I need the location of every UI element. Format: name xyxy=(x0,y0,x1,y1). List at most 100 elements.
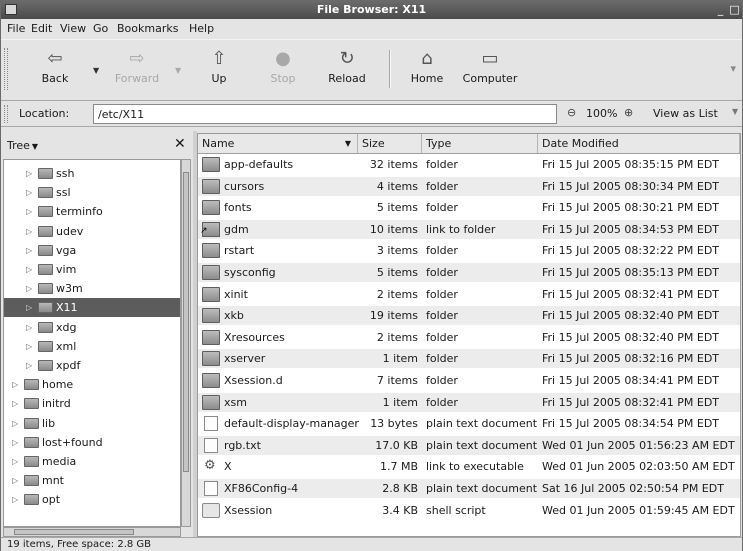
location-bar-grip[interactable] xyxy=(4,105,8,123)
expander-icon[interactable]: ▷ xyxy=(26,337,32,356)
expander-icon[interactable]: ▷ xyxy=(26,222,32,241)
expander-icon[interactable]: ▷ xyxy=(12,452,18,471)
expander-icon[interactable]: ▷ xyxy=(12,414,18,433)
reload-button[interactable]: ↻ Reload xyxy=(319,46,375,94)
menu-edit[interactable]: Edit xyxy=(31,22,52,35)
file-row[interactable]: fonts 5 items folder Fri 15 Jul 2005 08:30:… xyxy=(198,198,740,217)
tree-item[interactable]: ▷ terminfo xyxy=(4,202,180,221)
file-row[interactable]: xkb 19 items folder Fri 15 Jul 2005 08:32:4… xyxy=(198,306,740,326)
expander-icon[interactable]: ▷ xyxy=(12,490,18,509)
folder-tree[interactable]: ▷ ssh ▷ ssl ▷ terminfo ▷ udev ▷ vga ▷ vim ▷ w3m ▷ X11 ▷ x… xyxy=(3,159,181,527)
toolbar-grip[interactable] xyxy=(4,48,8,90)
tree-item[interactable]: ▷ vga xyxy=(4,241,180,260)
stop-button[interactable]: ● Stop xyxy=(255,46,311,94)
toolbar-overflow-icon[interactable]: ▾ xyxy=(730,62,736,75)
file-row[interactable]: cursors 4 items folder Fri 15 Jul 2005 08:3… xyxy=(198,176,740,196)
expander-icon[interactable]: ▷ xyxy=(12,394,18,413)
column-date-modified[interactable]: Date Modified xyxy=(538,134,740,153)
tree-item[interactable]: ▷ media xyxy=(4,452,180,471)
zoom-level[interactable]: 100% xyxy=(586,107,617,120)
expander-icon[interactable]: ▷ xyxy=(26,183,32,202)
file-row[interactable]: default-display-manager 13 bytes plain tex… xyxy=(198,414,740,433)
file-row[interactable]: Xresources 2 items folder Fri 15 Jul 2005 0… xyxy=(198,328,740,347)
tree-item[interactable]: ▷ lost+found xyxy=(4,433,180,452)
file-row[interactable]: app-defaults 32 items folder Fri 15 Jul 200… xyxy=(198,155,740,174)
expander-icon[interactable]: ▷ xyxy=(26,241,32,260)
close-icon[interactable]: ✕ xyxy=(174,136,186,152)
view-as-dropdown-icon[interactable]: ▼ xyxy=(732,107,738,116)
expander-icon[interactable]: ▷ xyxy=(26,260,32,279)
file-row[interactable]: rstart 3 items folder Fri 15 Jul 2005 08:32… xyxy=(198,241,740,260)
expander-icon[interactable]: ▷ xyxy=(26,202,32,221)
file-row[interactable]: xinit 2 items folder Fri 15 Jul 2005 08:32:… xyxy=(198,285,740,304)
tree-hscroll-thumb[interactable] xyxy=(14,529,134,535)
expander-icon[interactable]: ▷ xyxy=(26,279,32,298)
file-row[interactable]: gdm 10 items link to folder Fri 15 Jul 2005… xyxy=(198,219,740,241)
up-button[interactable]: ⇧ Up xyxy=(191,46,247,94)
home-button[interactable]: ⌂ Home xyxy=(399,46,455,94)
file-type: folder xyxy=(426,395,458,409)
tree-item-label: ssl xyxy=(56,186,71,200)
tree-item[interactable]: ▷ mnt xyxy=(4,471,180,490)
zoom-in-icon[interactable]: ⊕ xyxy=(624,106,633,119)
menu-bookmarks[interactable]: Bookmarks xyxy=(117,22,178,35)
side-pane-selector[interactable]: Tree ▼ xyxy=(7,139,38,152)
column-type[interactable]: Type xyxy=(422,134,538,153)
file-row[interactable]: sysconfig 5 items folder Fri 15 Jul 2005 08… xyxy=(198,263,740,282)
tree-item[interactable]: ▷ initrd xyxy=(4,394,180,413)
tree-item-label: w3m xyxy=(56,282,83,296)
expander-icon[interactable]: ▷ xyxy=(12,433,18,452)
forward-history-dropdown-icon[interactable]: ▼ xyxy=(175,66,181,75)
computer-button[interactable]: ▭ Computer xyxy=(455,46,525,94)
status-text: 19 items, Free space: 2.8 GB xyxy=(7,539,152,550)
column-name[interactable]: Name ▼ xyxy=(198,134,358,153)
tree-item[interactable]: ▷ xpdf xyxy=(4,356,180,375)
zoom-out-icon[interactable]: ⊖ xyxy=(567,106,576,119)
expander-icon[interactable]: ▷ xyxy=(26,164,32,183)
location-input[interactable]: /etc/X11 xyxy=(93,104,557,124)
tree-item[interactable]: ▷ ssl xyxy=(4,183,180,202)
file-row[interactable]: XF86Config-4 2.8 KB plain text document Sat… xyxy=(198,479,740,498)
file-row[interactable]: X 1.7 MB link to executable Wed 01 Jun 2005… xyxy=(198,456,740,476)
menu-view[interactable]: View xyxy=(60,22,86,35)
menu-help[interactable]: Help xyxy=(189,22,214,35)
file-type: folder xyxy=(426,352,458,366)
tree-item[interactable]: ▷ home xyxy=(4,375,180,394)
tree-item[interactable]: ▷ w3m xyxy=(4,279,180,298)
expander-icon[interactable]: ▷ xyxy=(26,298,32,317)
file-row[interactable]: rgb.txt 17.0 KB plain text document Wed 01 … xyxy=(198,435,740,455)
file-row[interactable]: Xsession 3.4 KB shell script Wed 01 Jun 200… xyxy=(198,501,740,520)
file-row[interactable]: xsm 1 item folder Fri 15 Jul 2005 08:32:41 … xyxy=(198,392,740,412)
tree-item[interactable]: ▷ vim xyxy=(4,260,180,279)
tree-item[interactable]: ▷ xml xyxy=(4,337,180,356)
folder-icon xyxy=(202,351,220,367)
tree-horizontal-scrollbar[interactable] xyxy=(3,527,181,537)
maximize-icon[interactable]: □ xyxy=(728,3,741,16)
menu-go[interactable]: Go xyxy=(93,22,108,35)
back-history-dropdown-icon[interactable]: ▼ xyxy=(93,66,99,75)
tree-item[interactable]: ▷ ssh xyxy=(4,164,180,183)
forward-button[interactable]: ⇨ Forward xyxy=(109,46,165,94)
tree-vertical-scrollbar[interactable] xyxy=(181,159,191,527)
expander-icon[interactable]: ▷ xyxy=(26,356,32,375)
expander-icon[interactable]: ▷ xyxy=(26,318,32,337)
file-row[interactable]: Xsession.d 7 items folder Fri 15 Jul 2005 0… xyxy=(198,371,740,390)
file-date: Fri 15 Jul 2005 08:32:41 PM EDT xyxy=(542,395,720,409)
tree-item[interactable]: ▷ xdg xyxy=(4,318,180,337)
folder-icon xyxy=(38,283,53,295)
title-bar[interactable]: File Browser: X11 _ □ xyxy=(1,1,742,19)
back-button[interactable]: ⇦ Back xyxy=(27,46,83,94)
tree-item[interactable]: ▷ lib xyxy=(4,414,180,433)
menu-file[interactable]: File xyxy=(7,22,25,35)
view-as-list-button[interactable]: View as List xyxy=(653,107,718,120)
tree-scroll-thumb[interactable] xyxy=(183,172,189,472)
column-size[interactable]: Size xyxy=(358,134,422,153)
expander-icon[interactable]: ▷ xyxy=(12,471,18,490)
computer-icon: ▭ xyxy=(481,48,499,69)
tree-item[interactable]: ▷ X11 xyxy=(4,298,180,318)
expander-icon[interactable]: ▷ xyxy=(12,375,18,394)
file-row[interactable]: xserver 1 item folder Fri 15 Jul 2005 08:32… xyxy=(198,349,740,369)
minimize-icon[interactable]: _ xyxy=(714,3,727,16)
tree-item[interactable]: ▷ udev xyxy=(4,222,180,241)
tree-item[interactable]: ▷ opt xyxy=(4,490,180,509)
